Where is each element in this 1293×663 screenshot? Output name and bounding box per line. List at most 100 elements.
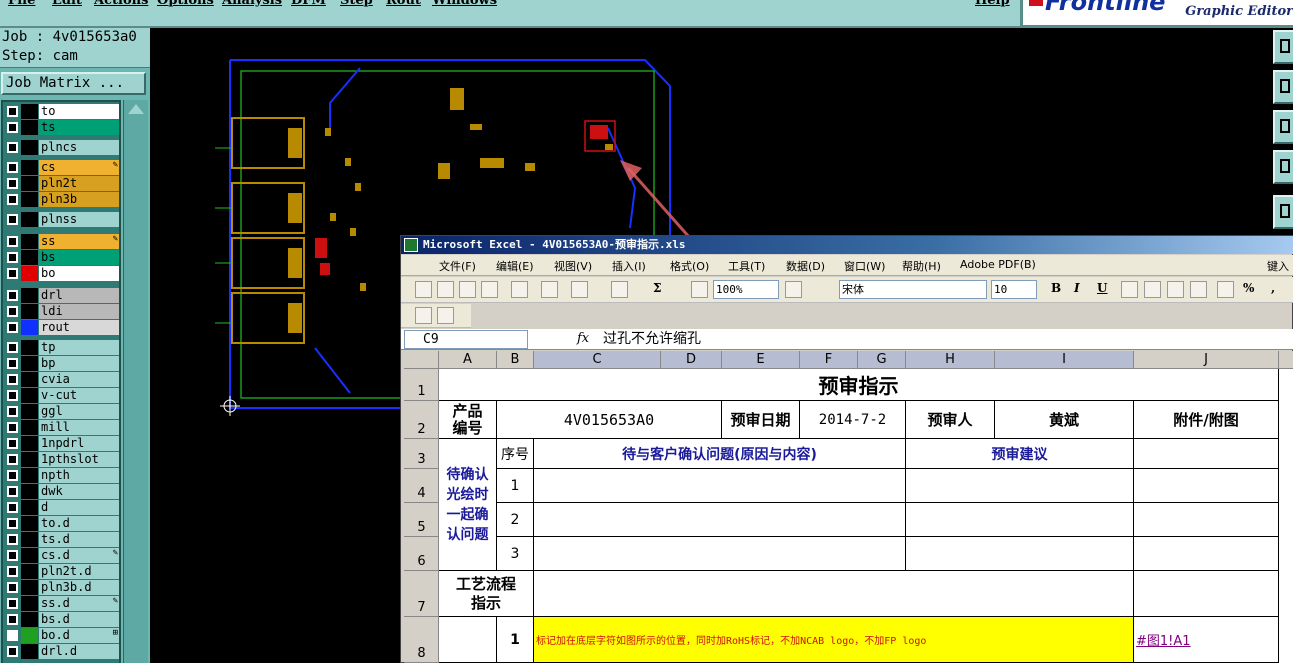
col-header-j[interactable]: J: [1134, 351, 1279, 369]
menu-options[interactable]: Options: [157, 0, 214, 8]
layer-checkbox[interactable]: [7, 322, 18, 333]
layer-row-to.d[interactable]: to.d: [5, 516, 119, 531]
fit-tool-button[interactable]: [1273, 110, 1293, 144]
col-header-h[interactable]: H: [906, 351, 995, 369]
layer-color-swatch[interactable]: [21, 266, 38, 281]
suggest-cell-2[interactable]: [906, 503, 1134, 537]
process-label[interactable]: 工艺流程 指示: [439, 571, 534, 617]
snap-tool-button[interactable]: [1273, 195, 1293, 229]
col-header-d[interactable]: D: [661, 351, 722, 369]
layer-color-swatch[interactable]: [21, 404, 38, 419]
layer-checkbox[interactable]: [7, 142, 18, 153]
issue-cell-3[interactable]: [534, 537, 906, 571]
layer-checkbox[interactable]: [7, 306, 18, 317]
xmenu-window[interactable]: 窗口(W): [844, 258, 885, 274]
layer-color-swatch[interactable]: [21, 372, 38, 387]
layer-color-swatch[interactable]: [21, 340, 38, 355]
paste-icon[interactable]: [571, 281, 588, 298]
layer-color-swatch[interactable]: [21, 288, 38, 303]
layer-checkbox[interactable]: [7, 502, 18, 513]
layer-row-tp[interactable]: tp: [5, 340, 119, 355]
layer-color-swatch[interactable]: [21, 500, 38, 515]
layer-name[interactable]: pln2t.d: [39, 564, 119, 579]
layer-row-bo.d[interactable]: bo.d ⊞: [5, 628, 119, 643]
layer-checkbox[interactable]: [7, 122, 18, 133]
align-right-icon[interactable]: [1167, 281, 1184, 298]
layer-checkbox[interactable]: [7, 518, 18, 529]
layer-checkbox[interactable]: [7, 106, 18, 117]
layer-name[interactable]: drl: [39, 288, 119, 303]
col-header-g[interactable]: G: [858, 351, 906, 369]
layer-row-npth[interactable]: npth: [5, 468, 119, 483]
font-select[interactable]: 宋体: [839, 280, 987, 299]
layer-name[interactable]: mill: [39, 420, 119, 435]
xmenu-help[interactable]: 帮助(H): [902, 258, 941, 274]
layer-checkbox[interactable]: [7, 598, 18, 609]
layer-name[interactable]: dwk: [39, 484, 119, 499]
layer-color-swatch[interactable]: [21, 644, 38, 659]
row-header-8[interactable]: 8: [404, 617, 439, 663]
layer-color-swatch[interactable]: [21, 320, 38, 335]
layer-checkbox[interactable]: [7, 358, 18, 369]
layer-name[interactable]: to.d: [39, 516, 119, 531]
new-icon[interactable]: [415, 281, 432, 298]
layer-row-plncs[interactable]: plncs: [5, 140, 119, 155]
pan-tool-button[interactable]: [1273, 70, 1293, 104]
layer-name[interactable]: bp: [39, 356, 119, 371]
layer-row-drl.d[interactable]: drl.d: [5, 644, 119, 659]
product-no[interactable]: 4V015653A0: [497, 401, 722, 439]
row-header-3[interactable]: 3: [404, 439, 439, 469]
layer-color-swatch[interactable]: [21, 176, 38, 191]
comma-button[interactable]: ,: [1271, 281, 1275, 295]
autosum-icon[interactable]: Σ: [653, 281, 661, 295]
layer-row-bs.d[interactable]: bs.d: [5, 612, 119, 627]
seq-label[interactable]: 序号: [497, 439, 534, 469]
reviewer-label[interactable]: 预审人: [906, 401, 995, 439]
help-icon[interactable]: [785, 281, 802, 298]
layer-name[interactable]: 1pthslot: [39, 452, 119, 467]
review-date-label[interactable]: 预审日期: [722, 401, 800, 439]
layer-name[interactable]: v-cut: [39, 388, 119, 403]
layer-checkbox[interactable]: [7, 534, 18, 545]
menu-help[interactable]: Help: [975, 0, 1010, 8]
layer-checkbox[interactable]: [7, 614, 18, 625]
menu-dfm[interactable]: DFM: [291, 0, 326, 8]
row-header-1[interactable]: 1: [404, 369, 439, 401]
pdf-convert-icon[interactable]: [415, 307, 432, 324]
layer-checkbox[interactable]: [7, 390, 18, 401]
worksheet[interactable]: A B C D E F G H I J 1 2 3 4 5 6 7 8 预审指示…: [404, 351, 1293, 663]
col-header-e[interactable]: E: [722, 351, 800, 369]
attachment-cell-4[interactable]: [1134, 469, 1279, 503]
layer-row-pln3b.d[interactable]: pln3b.d: [5, 580, 119, 595]
xmenu-data[interactable]: 数据(D): [786, 258, 825, 274]
layer-color-swatch[interactable]: [21, 628, 38, 643]
layer-row-d[interactable]: d: [5, 500, 119, 515]
italic-button[interactable]: I: [1074, 281, 1080, 295]
layer-checkbox[interactable]: [7, 342, 18, 353]
layer-color-swatch[interactable]: [21, 388, 38, 403]
bold-button[interactable]: B: [1051, 281, 1061, 295]
layer-color-swatch[interactable]: [21, 120, 38, 135]
chart-wizard-icon[interactable]: [691, 281, 708, 298]
col-header-i[interactable]: I: [995, 351, 1134, 369]
layer-name[interactable]: rout: [39, 320, 119, 335]
row8-link[interactable]: #图1!A1: [1134, 617, 1279, 663]
layer-name[interactable]: ss.d: [39, 596, 119, 611]
layer-color-swatch[interactable]: [21, 356, 38, 371]
row-header-4[interactable]: 4: [404, 469, 439, 503]
layer-color-swatch[interactable]: [21, 484, 38, 499]
percent-button[interactable]: %: [1243, 281, 1254, 295]
redraw-tool-button[interactable]: [1273, 150, 1293, 184]
layer-row-drl[interactable]: drl: [5, 288, 119, 303]
permission-icon[interactable]: [481, 281, 498, 298]
layer-row-cvia[interactable]: cvia: [5, 372, 119, 387]
col-header-k[interactable]: [1279, 351, 1293, 369]
layer-color-swatch[interactable]: [21, 612, 38, 627]
attachment-cell-5[interactable]: [1134, 503, 1279, 537]
seq-3[interactable]: 3: [497, 537, 534, 571]
col-header-a[interactable]: A: [439, 351, 497, 369]
job-matrix-button[interactable]: Job Matrix ...: [1, 72, 146, 95]
row8-no[interactable]: 1: [497, 617, 534, 663]
xmenu-insert[interactable]: 插入(I): [612, 258, 646, 274]
layer-row-rout[interactable]: rout: [5, 320, 119, 335]
